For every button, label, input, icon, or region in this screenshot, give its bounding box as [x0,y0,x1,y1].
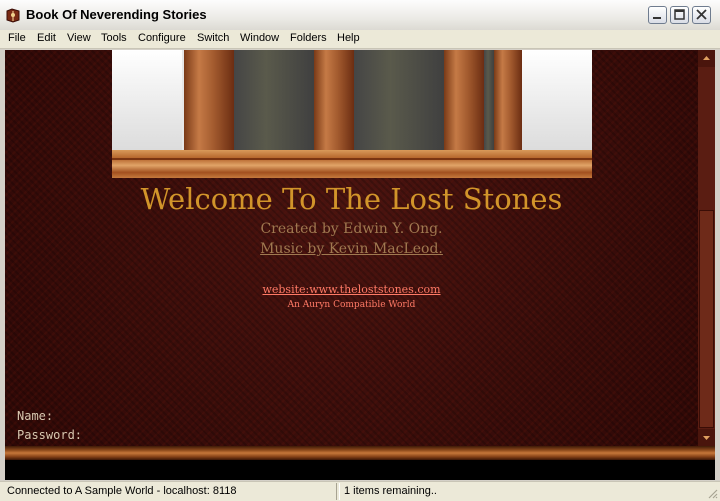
password-prompt: Password: [17,428,83,442]
welcome-heading: Welcome To The Lost Stones [140,182,563,216]
menu-help[interactable]: Help [337,32,360,44]
menu-switch[interactable]: Switch [197,32,229,44]
scroll-up-icon [703,56,710,60]
menu-tools[interactable]: Tools [101,32,127,44]
banner-pillar [314,50,354,156]
banner-pillar [184,50,234,156]
banner-window-pane [484,50,494,156]
status-divider [336,483,340,500]
banner-window-pane [354,50,444,156]
banner-window-pane [234,50,314,156]
scroll-down-icon [703,436,710,440]
window-title: Book Of Neverending Stories [26,7,207,22]
banner-ledge-line [112,158,592,160]
menu-file[interactable]: File [8,32,26,44]
minimize-button[interactable] [648,6,667,24]
resize-grip-icon[interactable] [706,487,718,499]
minimize-icon [653,17,661,19]
menu-configure[interactable]: Configure [138,32,186,44]
website-link[interactable]: website:www.theloststones.com [5,283,698,296]
book-app-icon [6,8,20,23]
scroll-down-button[interactable] [698,429,715,446]
compatibility-text: An Auryn Compatible World [287,300,416,310]
banner-ledge [112,150,592,178]
scroll-up-button[interactable] [698,50,715,67]
maximize-button[interactable] [670,6,689,24]
scroll-thumb[interactable] [699,210,714,428]
music-credit-link[interactable]: Music by Kevin MacLeod. [5,241,698,257]
banner-sky-left [112,50,182,150]
close-button[interactable] [692,6,711,24]
banner-sky-right [522,50,592,150]
connection-status: Connected to A Sample World - localhost:… [7,485,237,497]
name-prompt: Name: [17,409,54,423]
maximize-icon [674,9,685,20]
items-remaining-status: 1 items remaining.. [344,485,437,497]
title-bar[interactable]: Book Of Neverending Stories [0,0,720,31]
menu-view[interactable]: View [67,32,91,44]
close-icon [696,9,707,20]
status-bar: Connected to A Sample World - localhost:… [0,481,720,501]
vertical-scrollbar[interactable] [698,50,715,446]
banner-pillar [494,50,522,156]
story-content-area: Welcome To The Lost Stones Created by Ed… [5,50,698,446]
command-input[interactable] [5,460,715,480]
menu-window[interactable]: Window [240,32,279,44]
menu-bar: File Edit View Tools Configure Switch Wi… [0,30,720,49]
banner-image [112,50,592,178]
menu-edit[interactable]: Edit [37,32,56,44]
menu-folders[interactable]: Folders [290,32,327,44]
banner-pillar [444,50,484,156]
wood-divider [5,446,715,460]
created-by-text: Created by Edwin Y. Ong. [260,221,443,237]
